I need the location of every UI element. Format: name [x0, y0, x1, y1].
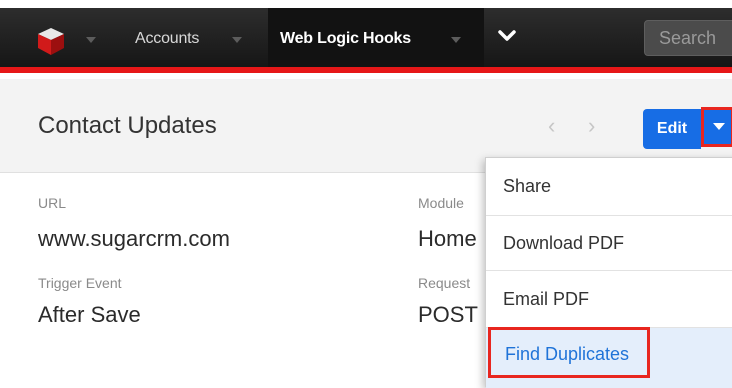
- menu-item-email-pdf[interactable]: Email PDF: [486, 271, 732, 328]
- web-logic-hooks-caret-icon[interactable]: [451, 37, 461, 43]
- edit-button[interactable]: Edit: [643, 109, 701, 149]
- logo-menu-caret-icon[interactable]: [86, 37, 96, 43]
- menu-item-find-duplicates[interactable]: Find Duplicates: [488, 327, 650, 378]
- menu-item-find-duplicates-label: Find Duplicates: [505, 344, 630, 364]
- menu-item-share[interactable]: Share: [486, 158, 732, 216]
- accounts-caret-icon[interactable]: [232, 37, 242, 43]
- record-title: Contact Updates: [38, 112, 217, 139]
- caret-down-icon: [713, 123, 725, 130]
- sugar-cube-logo-icon[interactable]: [36, 26, 66, 56]
- nav-tab-web-logic-hooks-active[interactable]: Web Logic Hooks: [268, 8, 484, 67]
- field-label-url: URL: [38, 195, 67, 211]
- nav-tab-web-logic-hooks[interactable]: Web Logic Hooks: [280, 30, 411, 48]
- previous-record-icon[interactable]: ‹: [548, 113, 555, 139]
- nav-tab-accounts[interactable]: Accounts: [135, 30, 199, 48]
- next-record-icon[interactable]: ›: [588, 113, 595, 139]
- menu-item-download-pdf-label: Download PDF: [503, 233, 625, 253]
- field-value-trigger-event[interactable]: After Save: [38, 302, 141, 328]
- navbar: Accounts Web Logic Hooks Search: [0, 8, 732, 73]
- field-label-request: Request: [418, 275, 471, 291]
- menu-item-share-label: Share: [503, 176, 552, 196]
- menu-item-download-pdf[interactable]: Download PDF: [486, 216, 732, 271]
- menu-item-email-pdf-label: Email PDF: [503, 289, 590, 309]
- chevron-down-icon[interactable]: [497, 28, 517, 44]
- field-label-module: Module: [418, 195, 464, 211]
- field-value-url[interactable]: www.sugarcrm.com: [38, 226, 230, 252]
- field-value-module: Home: [418, 226, 477, 251]
- actions-dropdown-toggle[interactable]: [701, 107, 732, 147]
- field-label-trigger-event: Trigger Event: [38, 275, 122, 291]
- field-value-request: POST: [418, 302, 478, 327]
- top-strip: [0, 0, 732, 8]
- global-search-input[interactable]: Search: [644, 20, 732, 56]
